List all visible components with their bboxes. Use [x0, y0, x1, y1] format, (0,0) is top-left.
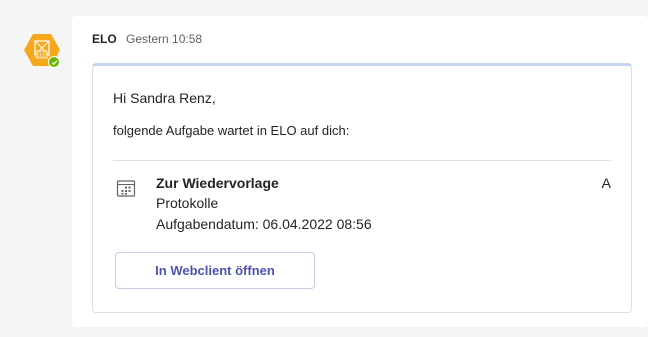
sender-name[interactable]: ELO — [92, 32, 117, 46]
message-header: ELO Gestern 10:58 — [92, 31, 202, 47]
message-timestamp: Gestern 10:58 — [126, 32, 203, 46]
presence-available-icon — [48, 56, 60, 68]
task-title: Zur Wiedervorlage — [156, 175, 279, 191]
open-in-webclient-button[interactable]: In Webclient öffnen — [115, 252, 315, 289]
svg-text:ELO: ELO — [37, 53, 47, 59]
task-priority: A — [601, 175, 611, 191]
calendar-grid-icon — [116, 178, 136, 198]
card-greeting: Hi Sandra Renz, — [113, 90, 216, 106]
task-date: Aufgabendatum: 06.04.2022 08:56 — [156, 216, 372, 232]
chat-message: ELO Gestern 10:58 Hi Sandra Renz, folgen… — [72, 16, 648, 327]
card-intro-text: folgende Aufgabe wartet in ELO auf dich: — [113, 123, 350, 138]
card-divider — [113, 160, 611, 161]
adaptive-card: Hi Sandra Renz, folgende Aufgabe wartet … — [92, 63, 632, 313]
task-category: Protokolle — [156, 195, 219, 211]
